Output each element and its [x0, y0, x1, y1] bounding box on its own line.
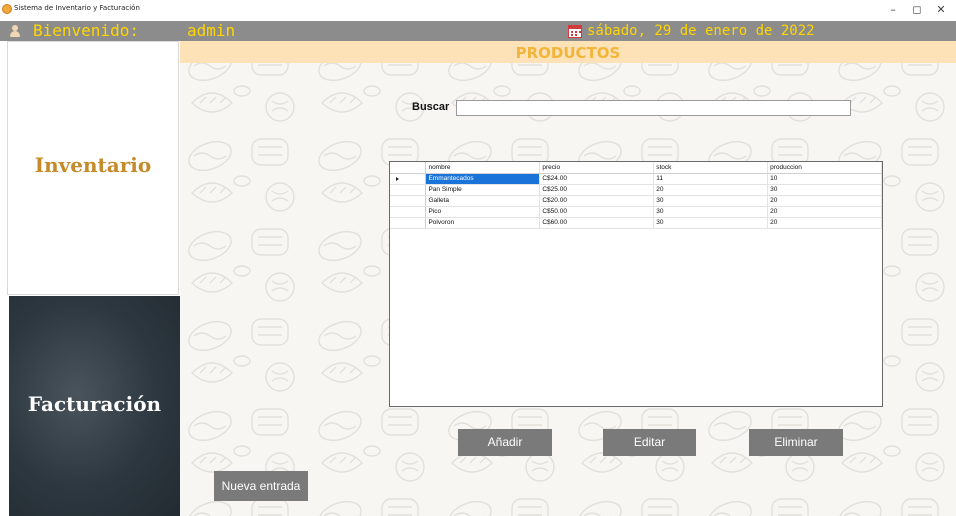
sidebar-item-inventario[interactable]: Inventario [7, 41, 179, 295]
username-label: admin [187, 21, 236, 40]
edit-button[interactable]: Editar [603, 429, 696, 456]
table-row[interactable]: Polvoron C$60.00 30 20 [390, 217, 882, 229]
products-table: nombre precio stock produccion Emmanteca… [390, 162, 882, 229]
sidebar-item-label: Inventario [34, 153, 152, 177]
row-header-corner [390, 162, 427, 174]
table-cell[interactable]: 30 [653, 206, 769, 218]
user-icon [8, 24, 22, 38]
row-header[interactable] [390, 217, 427, 229]
section-title-bar: PRODUCTOS [180, 41, 956, 63]
maximize-button[interactable]: ◻ [908, 2, 926, 18]
row-header[interactable] [390, 173, 427, 185]
table-cell[interactable]: 20 [767, 195, 882, 207]
column-header-precio[interactable]: precio [539, 162, 655, 174]
window-titlebar: Sistema de Inventario y Facturación – ◻ … [0, 0, 956, 21]
app-icon [2, 4, 12, 14]
table-row[interactable]: Pan Simple C$25.00 20 30 [390, 184, 882, 196]
table-cell[interactable]: C$60.00 [539, 217, 655, 229]
sidebar-item-label: Facturación [27, 392, 162, 416]
products-grid[interactable]: nombre precio stock produccion Emmanteca… [389, 161, 883, 407]
table-cell[interactable]: 10 [767, 173, 882, 185]
table-cell[interactable]: Polvoron [425, 217, 541, 229]
column-header-produccion[interactable]: produccion [767, 162, 882, 174]
header-bar: Bienvenido: admin sábado, 29 de enero de… [0, 21, 956, 41]
current-row-arrow-icon [396, 176, 399, 181]
sidebar-item-facturacion[interactable]: Facturación [9, 296, 180, 516]
table-row[interactable]: Pico C$50.00 30 20 [390, 206, 882, 218]
table-header-row: nombre precio stock produccion [390, 162, 882, 174]
page-title: PRODUCTOS [515, 44, 621, 62]
sidebar-margin [0, 41, 7, 516]
welcome-label: Bienvenido: [33, 21, 139, 40]
table-cell[interactable]: C$20.00 [539, 195, 655, 207]
row-header[interactable] [390, 184, 427, 196]
add-button[interactable]: Añadir [458, 429, 552, 456]
row-header[interactable] [390, 195, 427, 207]
row-header[interactable] [390, 206, 427, 218]
table-cell[interactable]: Pico [425, 206, 541, 218]
table-cell[interactable]: 20 [767, 206, 882, 218]
new-entry-button[interactable]: Nueva entrada [214, 471, 308, 501]
window-title: Sistema de Inventario y Facturación [14, 4, 140, 12]
table-cell[interactable]: 30 [653, 195, 769, 207]
column-header-nombre[interactable]: nombre [425, 162, 541, 174]
table-cell[interactable]: C$50.00 [539, 206, 655, 218]
table-cell[interactable]: Emmantecados [425, 173, 541, 185]
table-cell[interactable]: 20 [653, 184, 769, 196]
search-label: Buscar [412, 101, 450, 113]
table-cell[interactable]: C$24.00 [539, 173, 655, 185]
table-row[interactable]: Emmantecados C$24.00 11 10 [390, 173, 882, 185]
table-cell[interactable]: Galleta [425, 195, 541, 207]
close-button[interactable]: ✕ [932, 2, 950, 18]
table-cell[interactable]: 30 [767, 184, 882, 196]
table-cell[interactable]: 11 [653, 173, 769, 185]
table-cell[interactable]: 20 [767, 217, 882, 229]
date-label: sábado, 29 de enero de 2022 [587, 23, 815, 39]
search-input[interactable] [456, 100, 851, 116]
table-row[interactable]: Galleta C$20.00 30 20 [390, 195, 882, 207]
column-header-stock[interactable]: stock [653, 162, 769, 174]
sidebar: Inventario Facturación [0, 41, 180, 516]
table-cell[interactable]: 30 [653, 217, 769, 229]
main-panel: PRODUCTOS Buscar nombre precio stock pro… [180, 41, 956, 516]
table-cell[interactable]: C$25.00 [539, 184, 655, 196]
delete-button[interactable]: Eliminar [749, 429, 843, 456]
calendar-icon [568, 25, 582, 38]
table-cell[interactable]: Pan Simple [425, 184, 541, 196]
minimize-button[interactable]: – [884, 2, 902, 18]
